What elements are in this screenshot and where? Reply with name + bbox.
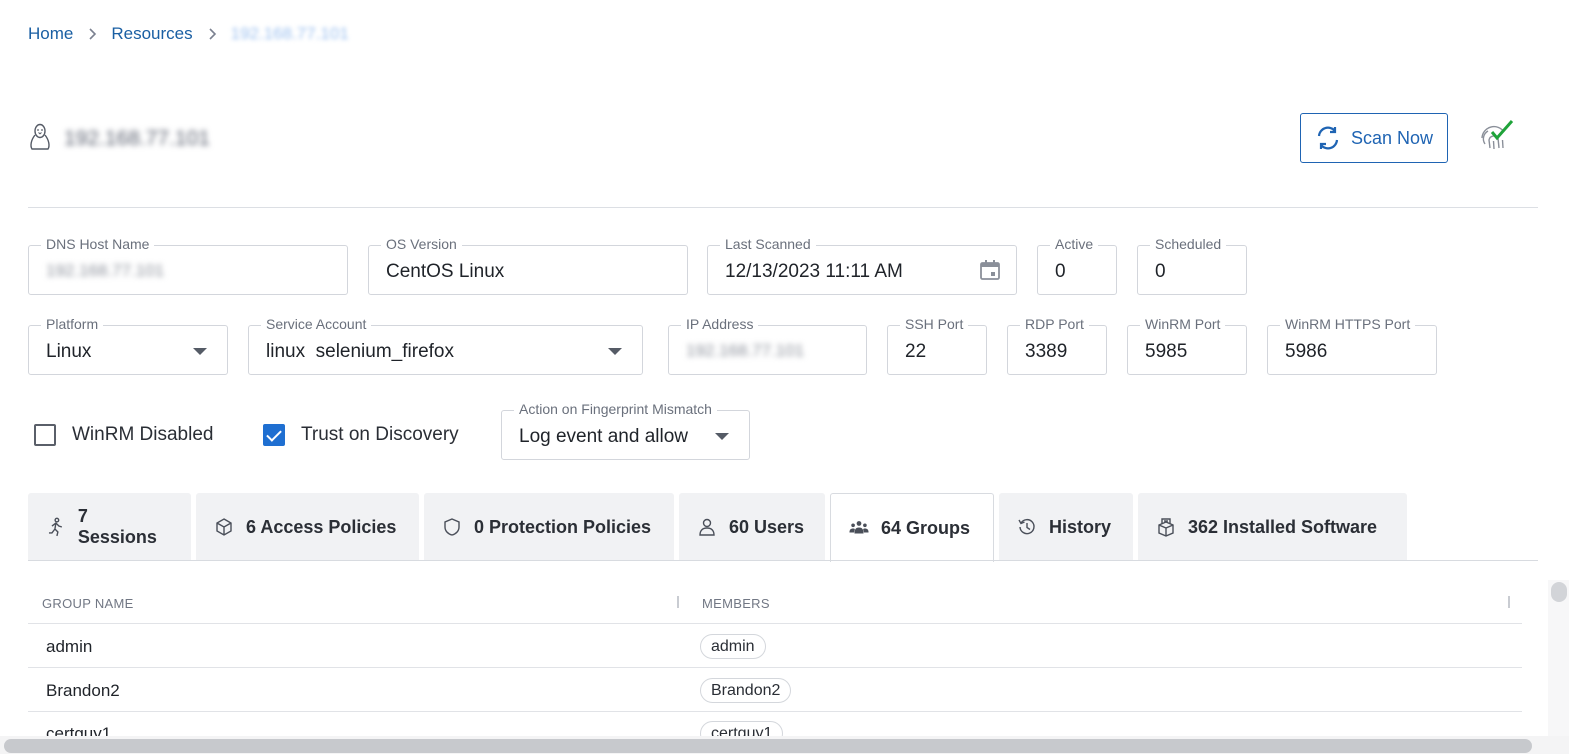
scan-now-label: Scan Now (1351, 127, 1434, 148)
tab-users[interactable]: 60 Users (679, 493, 825, 561)
linux-penguin-icon (30, 123, 50, 150)
scan-now-button[interactable]: Scan Now (1300, 113, 1448, 163)
dns-host-name-value: 192.168.77.101 (46, 261, 165, 280)
winrm-https-port-field[interactable]: WinRM HTTPS Port 5986 (1267, 316, 1437, 375)
os-version-label: OS Version (381, 236, 462, 252)
winrm-https-port-label: WinRM HTTPS Port (1280, 316, 1416, 332)
winrm-port-field[interactable]: WinRM Port 5985 (1127, 316, 1247, 375)
active-field[interactable]: Active 0 (1037, 236, 1117, 295)
fingerprint-verified-icon (1481, 120, 1514, 150)
column-header-group-name[interactable]: GROUP NAME (42, 596, 134, 611)
tab-bar: 7 Sessions 6 Access Policies 0 Protectio… (28, 493, 1412, 562)
dropdown-caret-icon (193, 348, 207, 355)
horizontal-scrollbar-thumb[interactable] (4, 739, 1532, 753)
last-scanned-value: 12/13/2023 11:11 AM (725, 261, 903, 282)
tab-protection-policies[interactable]: 0 Protection Policies (424, 493, 674, 561)
tab-history[interactable]: History (999, 493, 1133, 561)
ssh-port-value: 22 (905, 341, 927, 362)
checkbox-unchecked-icon[interactable] (34, 424, 56, 446)
service-account-select[interactable]: Service Account linux selenium_firefox (248, 316, 643, 375)
last-scanned-label: Last Scanned (720, 236, 816, 252)
rdp-port-value: 3389 (1025, 341, 1068, 362)
history-icon (1018, 518, 1035, 535)
calendar-icon[interactable] (978, 258, 1002, 282)
rdp-port-label: RDP Port (1020, 316, 1089, 332)
ip-address-field[interactable]: IP Address 192.168.77.101 (668, 316, 867, 375)
cube-icon (216, 518, 232, 536)
trust-on-discovery-checkbox[interactable]: Trust on Discovery (263, 424, 459, 446)
scheduled-field[interactable]: Scheduled 0 (1137, 236, 1247, 295)
chevron-right-icon (209, 28, 216, 40)
last-scanned-field[interactable]: Last Scanned 12/13/2023 11:11 AM (707, 236, 1017, 295)
platform-label: Platform (41, 316, 104, 332)
platform-select[interactable]: Platform Linux (28, 316, 228, 375)
table-row[interactable]: admin admin (28, 624, 1522, 668)
refresh-icon (1317, 126, 1339, 150)
ip-address-label: IP Address (681, 316, 759, 332)
breadcrumb-current: 192.168.77.101 (230, 24, 349, 43)
scheduled-value: 0 (1155, 261, 1166, 282)
winrm-disabled-checkbox[interactable]: WinRM Disabled (34, 424, 213, 446)
tab-groups[interactable]: 64 Groups (830, 493, 994, 562)
dropdown-caret-icon (715, 433, 729, 440)
rdp-port-field[interactable]: RDP Port 3389 (1007, 316, 1107, 375)
winrm-port-label: WinRM Port (1140, 316, 1226, 332)
winrm-https-port-value: 5986 (1285, 341, 1328, 362)
tab-access-policies[interactable]: 6 Access Policies (196, 493, 419, 561)
tab-access-policies-label: 6 Access Policies (246, 516, 397, 537)
tab-installed-software-label: 362 Installed Software (1188, 516, 1378, 537)
os-version-value: CentOS Linux (386, 261, 505, 282)
ssh-port-label: SSH Port (900, 316, 969, 332)
winrm-port-value: 5985 (1145, 341, 1188, 362)
member-chip: admin (700, 634, 766, 659)
ssh-port-field[interactable]: SSH Port 22 (887, 316, 987, 375)
platform-value: Linux (46, 341, 92, 362)
tab-groups-label: 64 Groups (881, 517, 971, 538)
active-value: 0 (1055, 261, 1066, 282)
ip-address-value: 192.168.77.101 (686, 341, 805, 360)
breadcrumb-resources-link[interactable]: Resources (111, 24, 192, 44)
shield-icon (444, 518, 460, 536)
trust-on-discovery-label: Trust on Discovery (301, 424, 459, 445)
os-version-field[interactable]: OS Version CentOS Linux (368, 236, 688, 295)
user-icon (699, 518, 715, 536)
tab-installed-software[interactable]: 362 Installed Software (1138, 493, 1407, 561)
chevron-right-icon (89, 28, 97, 40)
service-account-label: Service Account (261, 316, 372, 332)
checkbox-checked-icon[interactable] (263, 424, 285, 446)
active-label: Active (1050, 236, 1099, 252)
fingerprint-action-label: Action on Fingerprint Mismatch (514, 401, 717, 417)
fingerprint-action-value: Log event and allow (519, 426, 689, 447)
service-account-value: linux selenium_firefox (266, 341, 454, 362)
vertical-scrollbar[interactable] (1548, 580, 1569, 754)
tab-protection-policies-label: 0 Protection Policies (474, 516, 652, 537)
scheduled-label: Scheduled (1150, 236, 1227, 252)
dropdown-caret-icon (608, 348, 622, 355)
tab-history-label: History (1049, 516, 1112, 537)
group-name-cell: Brandon2 (46, 681, 120, 700)
column-resize-handle[interactable] (677, 596, 679, 608)
breadcrumb-home-link[interactable]: Home (28, 24, 73, 44)
winrm-disabled-label: WinRM Disabled (72, 424, 214, 445)
tabs-underline (28, 560, 1538, 561)
table-header: GROUP NAME MEMBERS (28, 582, 1522, 624)
column-header-members[interactable]: MEMBERS (702, 596, 770, 611)
tab-sessions-label: 7 Sessions (77, 506, 157, 547)
breadcrumb: Home Resources 192.168.77.101 (28, 24, 349, 44)
member-chip: Brandon2 (700, 678, 792, 703)
vertical-scrollbar-thumb[interactable] (1551, 582, 1567, 602)
group-icon (849, 521, 869, 534)
group-name-cell: admin (46, 637, 93, 656)
package-icon (1158, 518, 1174, 537)
header-divider (28, 207, 1538, 208)
resource-title: 192.168.77.101 (64, 127, 210, 150)
running-person-icon (48, 517, 63, 537)
tab-sessions[interactable]: 7 Sessions (28, 493, 191, 561)
dns-host-name-field[interactable]: DNS Host Name 192.168.77.101 (28, 236, 348, 295)
table-row[interactable]: Brandon2 Brandon2 (28, 668, 1522, 712)
column-resize-handle[interactable] (1508, 596, 1510, 608)
fingerprint-action-select[interactable]: Action on Fingerprint Mismatch Log event… (501, 401, 750, 460)
dns-host-name-label: DNS Host Name (41, 236, 155, 252)
tab-users-label: 60 Users (729, 516, 805, 537)
